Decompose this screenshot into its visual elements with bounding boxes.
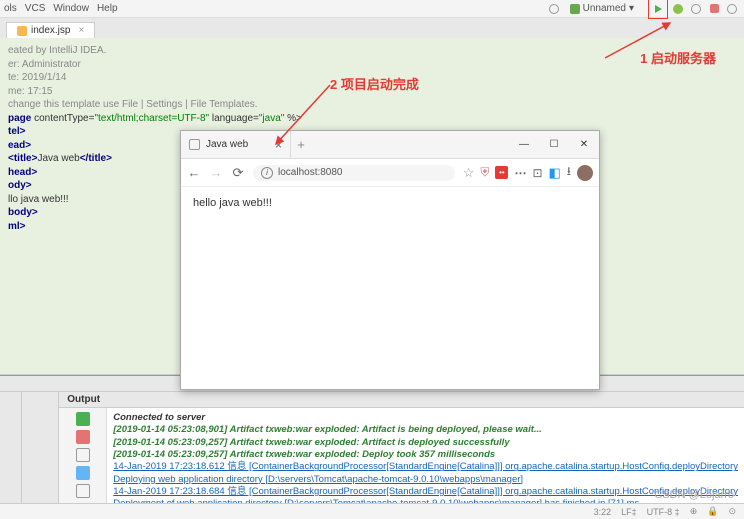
menu-bar: ols VCS Window Help Unnamed ▾ xyxy=(0,0,744,18)
editor-tab-filename: index.jsp xyxy=(31,25,70,36)
console-line: Connected to server xyxy=(113,412,738,424)
code-line: change this template use File | Settings… xyxy=(8,98,736,112)
update-icon[interactable] xyxy=(76,466,90,480)
forward-button[interactable]: → xyxy=(209,166,223,180)
site-info-icon[interactable]: i xyxy=(261,167,273,179)
more-button[interactable] xyxy=(724,1,740,17)
console-line: 14-Jan-2019 17:23:18.612 信息 [ContainerBa… xyxy=(113,461,738,473)
stop-output-icon[interactable] xyxy=(76,430,90,444)
editor-tab[interactable]: index.jsp × xyxy=(6,22,95,38)
output-header[interactable]: Output xyxy=(59,392,744,408)
bookmark-icon[interactable]: ☆ xyxy=(463,165,475,181)
code-line: page contentType="text/html;charset=UTF-… xyxy=(8,112,736,126)
scroll-icon[interactable] xyxy=(76,448,90,462)
run-button-highlight xyxy=(648,0,668,19)
menu-item-help[interactable]: Help xyxy=(97,3,118,14)
browser-content: hello java web!!! xyxy=(181,187,599,389)
download-icon[interactable]: ⭳ xyxy=(567,162,571,183)
extension-icon[interactable]: •• xyxy=(495,166,508,179)
annotation-2: 2 项目启动完成 xyxy=(330,74,419,93)
more-icon xyxy=(727,4,737,14)
output-action-bar xyxy=(59,408,107,516)
status-icon[interactable]: ⊕ xyxy=(690,506,698,517)
coverage-button[interactable] xyxy=(688,1,704,17)
console-line: Deploying web application directory [D:\… xyxy=(113,474,738,486)
menu-item-window[interactable]: Window xyxy=(53,3,89,14)
output-tool-window: Output Connected to server [2019-01-14 0… xyxy=(0,375,744,519)
code-line: eated by IntelliJ IDEA. xyxy=(8,44,736,58)
jsp-file-icon xyxy=(17,26,27,36)
run-config-name: Unnamed xyxy=(583,3,626,14)
inspect-icon[interactable]: ⊙ xyxy=(728,506,736,517)
browser-toolbar: ← → ⟳ i localhost:8080 ☆ ⛨ •• ⋯ ⊡ ◧ ⭳ xyxy=(181,159,599,187)
debug-button[interactable] xyxy=(670,1,686,17)
tool-window-left-gutter xyxy=(0,392,22,519)
line-separator[interactable]: LF‡ xyxy=(621,507,637,517)
clear-icon[interactable] xyxy=(76,484,90,498)
status-bar: 3:22 LF‡ UTF-8 ‡ ⊕ 🔒 ⊙ xyxy=(0,503,744,519)
page-icon xyxy=(189,139,200,150)
close-tab-icon[interactable]: × xyxy=(78,25,84,36)
encoding[interactable]: UTF-8 ‡ xyxy=(647,507,680,517)
run-button[interactable] xyxy=(650,1,666,17)
code-line: er: Administrator xyxy=(8,58,736,72)
more-icon[interactable]: ⋯ xyxy=(514,166,526,180)
stop-icon xyxy=(710,4,719,13)
config-icon xyxy=(570,4,580,14)
play-icon xyxy=(655,5,662,13)
page-text: hello java web!!! xyxy=(193,197,272,209)
console-line: [2019-01-14 05:23:08,901] Artifact txweb… xyxy=(113,424,738,436)
annotation-1: 1 启动服务器 xyxy=(640,48,716,67)
back-button[interactable]: ← xyxy=(187,166,201,180)
stop-button[interactable] xyxy=(706,1,722,17)
browser-tab[interactable]: Java web × xyxy=(181,131,291,158)
console-line: [2019-01-14 05:23:09,257] Artifact txweb… xyxy=(113,437,738,449)
menu-item-vcs[interactable]: VCS xyxy=(25,3,46,14)
cursor-position: 3:22 xyxy=(594,507,612,517)
menu-item-tools[interactable]: ols xyxy=(4,3,17,14)
close-window-button[interactable]: ✕ xyxy=(569,131,599,158)
extensions-icon[interactable]: ⊡ xyxy=(532,166,542,180)
console-line: [2019-01-14 05:23:09,257] Artifact txweb… xyxy=(113,449,738,461)
editor-tab-bar: index.jsp × xyxy=(0,18,744,38)
profile-avatar[interactable] xyxy=(577,165,593,181)
reload-button[interactable]: ⟳ xyxy=(231,166,245,180)
chevron-down-icon: ▾ xyxy=(629,3,634,14)
build-icon[interactable] xyxy=(546,1,562,17)
url-text: localhost:8080 xyxy=(278,167,343,178)
tool-window-tabs xyxy=(22,392,60,519)
browser-window: Java web × + — ☐ ✕ ← → ⟳ i localhost:808… xyxy=(180,130,600,390)
bug-icon xyxy=(673,4,683,14)
maximize-button[interactable]: ☐ xyxy=(539,131,569,158)
run-config-selector[interactable]: Unnamed ▾ xyxy=(570,3,634,14)
browser-tab-title: Java web xyxy=(206,139,248,150)
coverage-icon xyxy=(691,4,701,14)
console-line: 14-Jan-2019 17:23:18.684 信息 [ContainerBa… xyxy=(113,486,738,498)
close-browser-tab-icon[interactable]: × xyxy=(275,138,282,152)
lock-icon[interactable]: 🔒 xyxy=(707,506,718,517)
browser-tab-bar: Java web × + — ☐ ✕ xyxy=(181,131,599,159)
screenshot-icon[interactable]: ◧ xyxy=(549,165,561,181)
output-console[interactable]: Connected to server [2019-01-14 05:23:08… xyxy=(107,408,744,516)
rerun-icon[interactable] xyxy=(76,412,90,426)
shield-icon[interactable]: ⛨ xyxy=(480,165,489,180)
new-tab-button[interactable]: + xyxy=(291,131,311,158)
minimize-button[interactable]: — xyxy=(509,131,539,158)
watermark: CSDN @Lojarro xyxy=(654,489,734,501)
address-bar[interactable]: i localhost:8080 xyxy=(253,165,455,181)
